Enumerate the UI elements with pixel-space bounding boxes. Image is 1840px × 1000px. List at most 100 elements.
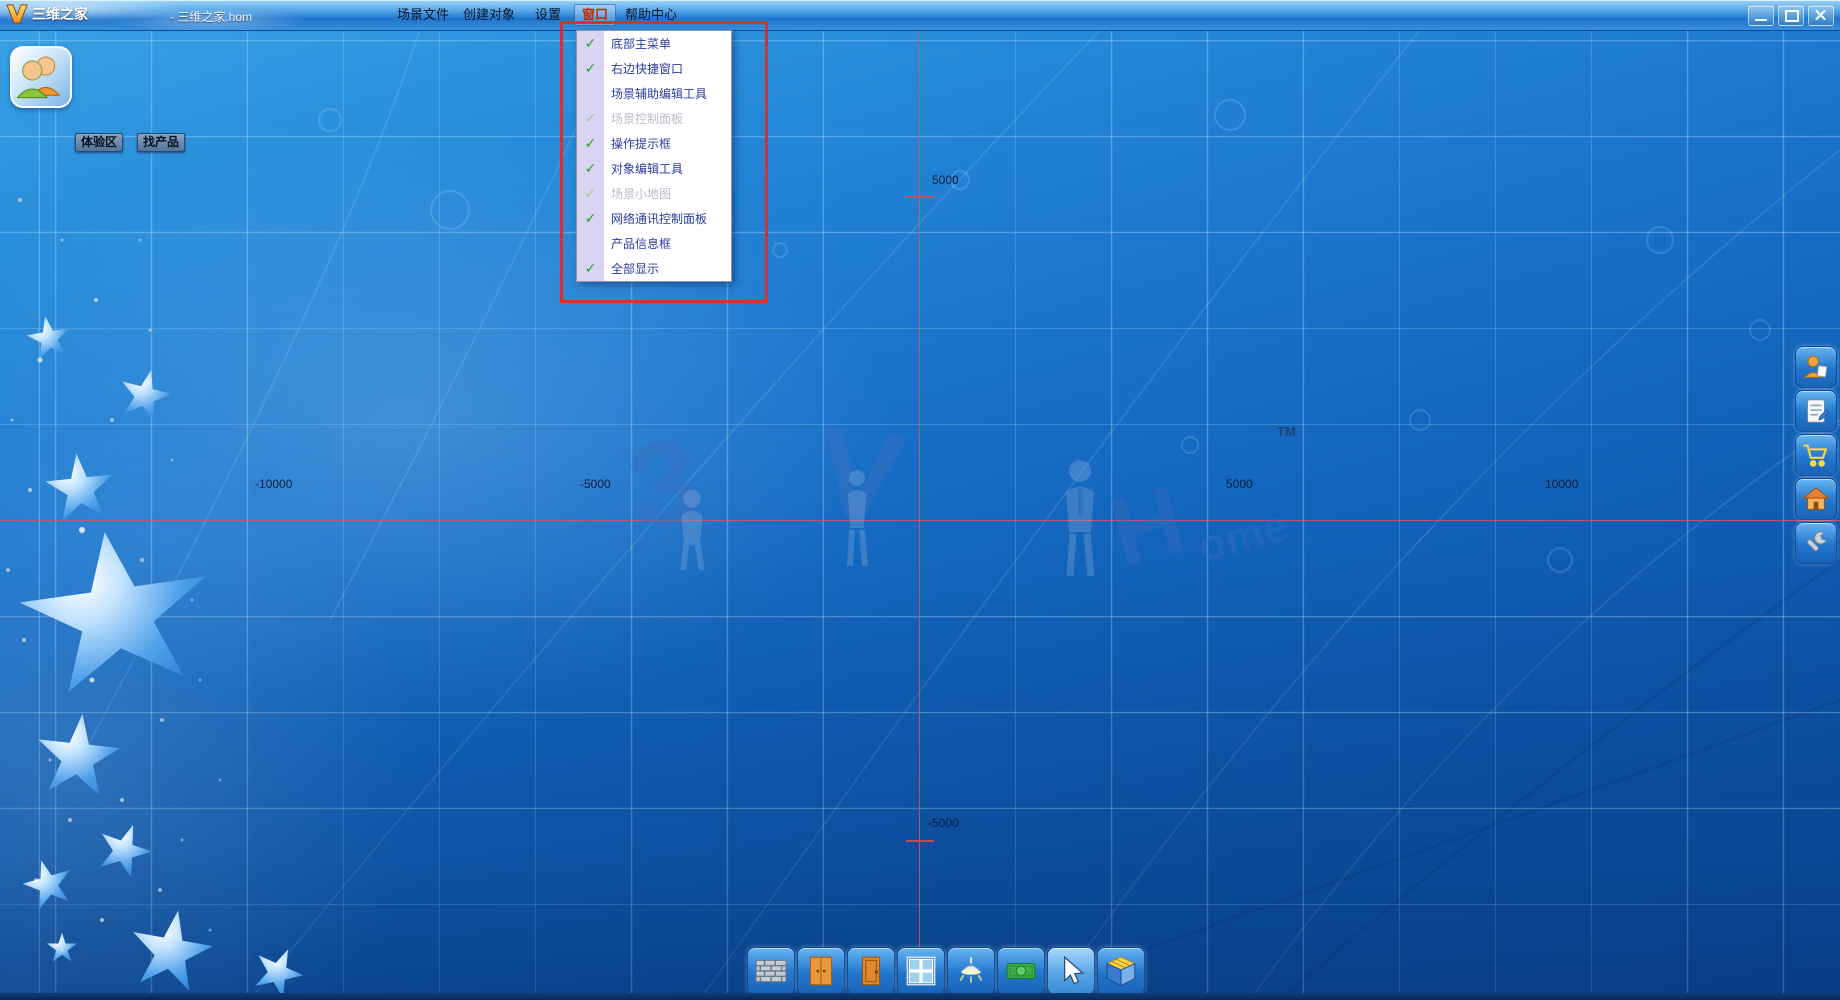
user-avatar-button[interactable] [10, 46, 72, 108]
app-title: 三维之家 [32, 6, 88, 22]
ceiling-light-icon [959, 957, 983, 983]
money-tool-button[interactable] [997, 947, 1045, 995]
window-tool-button[interactable] [897, 947, 945, 995]
menu-item-label: 网络通讯控制面板 [611, 212, 708, 226]
axis-tick [906, 196, 934, 198]
checkmark-icon: ✓ [584, 210, 597, 226]
decorative-star [5, 515, 227, 711]
cart-button[interactable] [1795, 434, 1837, 476]
menu-scene-file[interactable]: 场景文件 [392, 5, 454, 25]
background-glow [0, 0, 1840, 1000]
close-button[interactable] [1808, 5, 1834, 26]
menu-item-label: 操作提示框 [611, 137, 672, 151]
menu-item-label: 右边快捷窗口 [611, 62, 684, 76]
money-icon [1006, 963, 1036, 979]
x-axis-line [0, 520, 1840, 521]
cube-tool-button[interactable] [1097, 947, 1145, 995]
light-tool-button[interactable] [947, 947, 995, 995]
app-logo-icon [6, 4, 28, 24]
y-axis-line [919, 30, 920, 1000]
window-dropdown-menu: ✓ 底部主菜单 ✓ 右边快捷窗口 场景辅助编辑工具 ✓ 场景控制面板 ✓ 操作提… [576, 30, 732, 282]
x-axis-label: 10000 [1545, 477, 1579, 491]
checkmark-icon: ✓ [584, 185, 597, 201]
window-menu-item: ✓ 场景控制面板 [577, 106, 731, 131]
file-title: - 三维之家.hom [170, 10, 253, 24]
window-menu-item[interactable]: ✓ 操作提示框 [577, 131, 731, 156]
wrench-icon [1806, 531, 1827, 552]
decorative-star [46, 932, 78, 962]
window-menu-item[interactable]: ✓ 全部显示 [577, 256, 731, 281]
background-swooshes [79, 29, 1840, 1000]
watermark-v: V [808, 398, 912, 551]
customer-icon [1803, 355, 1828, 378]
watermark-figure [680, 489, 705, 571]
title-bar: 三维之家 - 三维之家.hom 场景文件 创建对象 设置 窗口 帮助中心 [0, 0, 1840, 31]
window-menu-item[interactable]: ✓ 对象编辑工具 [577, 156, 731, 181]
window-menu-item[interactable]: ✓ 网络通讯控制面板 [577, 206, 731, 231]
3d-cube-icon [1105, 956, 1137, 987]
pointer-tool-button[interactable] [1047, 947, 1095, 995]
decorative-star [40, 448, 119, 527]
users-icon [16, 56, 61, 99]
menu-item-label: 场景辅助编辑工具 [611, 87, 708, 101]
checkmark-icon: ✓ [584, 35, 597, 51]
checkmark-icon: ✓ [584, 60, 597, 76]
background-shade [0, 0, 1840, 1000]
tab-experience-zone[interactable]: 体验区 [75, 133, 124, 152]
decorative-star [16, 852, 80, 916]
cabinet-tool-button[interactable] [797, 947, 845, 995]
window-menu-item[interactable]: ✓ 右边快捷窗口 [577, 56, 731, 81]
decorative-star [112, 362, 177, 427]
app-window: -10000 -5000 5000 10000 5000 -5000 3 V H… [0, 0, 1840, 1000]
window-icon [906, 956, 936, 986]
menu-item-label: 全部显示 [611, 262, 660, 276]
window-menu-item[interactable]: ✓ 底部主菜单 [577, 31, 731, 56]
watermark-3: 3 [618, 412, 708, 556]
decorative-star [22, 311, 75, 364]
menu-settings[interactable]: 设置 [528, 5, 568, 25]
watermark-ome: ome [1193, 501, 1294, 572]
wall-tool-button[interactable] [747, 947, 795, 995]
watermark-tm: TM [1277, 424, 1296, 439]
home-icon [1802, 487, 1830, 510]
minimize-button[interactable] [1748, 5, 1774, 26]
menu-window[interactable]: 窗口 [574, 4, 616, 26]
x-axis-label: 5000 [1226, 477, 1253, 491]
y-axis-label: -5000 [928, 816, 959, 830]
cart-icon [1803, 444, 1828, 467]
cabinet-icon [809, 956, 833, 986]
axis-tick [906, 840, 934, 842]
document-icon [1807, 399, 1830, 423]
menu-help-center[interactable]: 帮助中心 [620, 5, 682, 25]
checkmark-icon: ✓ [584, 110, 597, 126]
checkmark-icon: ✓ [584, 260, 597, 276]
decorative-star [121, 901, 221, 1000]
menu-item-label: 产品信息框 [611, 237, 672, 251]
customer-button[interactable] [1795, 346, 1837, 388]
maximize-button[interactable] [1778, 5, 1804, 26]
decorative-star [30, 708, 127, 805]
door-tool-button[interactable] [847, 947, 895, 995]
window-menu-item[interactable]: 产品信息框 [577, 231, 731, 256]
door-icon [861, 956, 881, 986]
tools-button[interactable] [1795, 522, 1837, 564]
tab-find-product[interactable]: 找产品 [137, 133, 186, 152]
decorative-star [244, 938, 313, 1000]
x-axis-label: -10000 [255, 477, 293, 491]
menu-item-label: 底部主菜单 [611, 37, 672, 51]
decorative-star [88, 814, 160, 886]
window-menu-item[interactable]: 场景辅助编辑工具 [577, 81, 731, 106]
document-button[interactable] [1795, 390, 1837, 432]
home-button[interactable] [1795, 478, 1837, 520]
watermark-figure [1066, 460, 1095, 577]
checkmark-icon: ✓ [584, 135, 597, 151]
cursor-icon [1063, 955, 1085, 985]
menu-create-object[interactable]: 创建对象 [458, 5, 520, 25]
menu-item-label: 场景控制面板 [611, 112, 684, 126]
menu-item-label: 对象编辑工具 [611, 162, 684, 176]
checkmark-icon: ✓ [584, 160, 597, 176]
y-axis-label: 5000 [932, 173, 959, 187]
watermark-h: H [1098, 463, 1196, 589]
bottom-window-border [0, 993, 1840, 1000]
menu-item-label: 场景小地图 [611, 187, 672, 201]
